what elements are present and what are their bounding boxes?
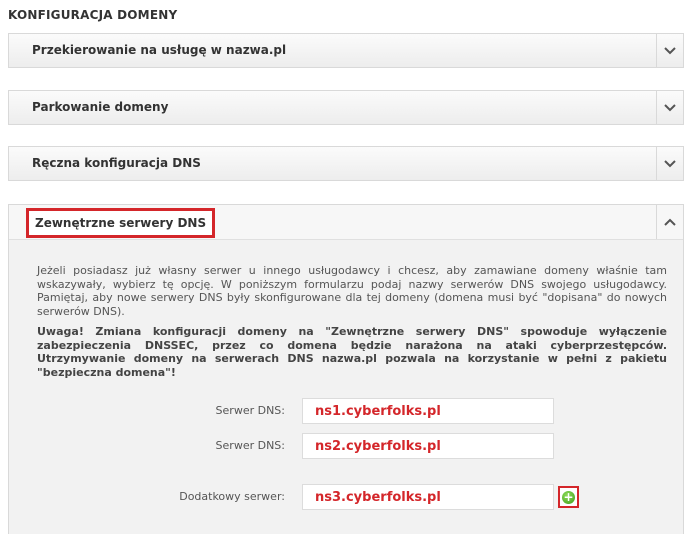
dns-server-2-label: Serwer DNS: (215, 439, 285, 452)
dns-server-2-input[interactable] (302, 433, 554, 459)
section-external-dns-header[interactable]: Zewnętrzne serwery DNS (9, 205, 683, 240)
page-title: KONFIGURACJA DOMENY (8, 8, 178, 22)
dns-server-1-label: Serwer DNS: (215, 404, 285, 417)
additional-server-input[interactable] (302, 484, 554, 510)
warning-text: Uwaga! Zmiana konfiguracji domeny na "Ze… (37, 325, 667, 379)
section-redirect[interactable]: Przekierowanie na usługę w nazwa.pl (8, 33, 684, 68)
section-external-dns-label: Zewnętrzne serwery DNS (26, 208, 216, 238)
section-parking-label: Parkowanie domeny (32, 100, 169, 114)
section-manual-dns[interactable]: Ręczna konfiguracja DNS (8, 146, 684, 181)
chevron-down-icon[interactable] (656, 34, 683, 67)
add-server-button[interactable]: + (558, 486, 579, 508)
section-redirect-label: Przekierowanie na usługę w nazwa.pl (32, 43, 287, 57)
section-external-dns: Zewnętrzne serwery DNS Jeżeli posiadasz … (8, 204, 684, 534)
chevron-up-icon[interactable] (656, 205, 683, 239)
section-manual-dns-label: Ręczna konfiguracja DNS (32, 156, 201, 170)
section-parking[interactable]: Parkowanie domeny (8, 90, 684, 125)
plus-circle-icon: + (562, 489, 575, 504)
info-text: Jeżeli posiadasz już własny serwer u inn… (37, 264, 667, 318)
chevron-down-icon[interactable] (656, 91, 683, 124)
dns-server-1-input[interactable] (302, 398, 554, 424)
additional-server-label: Dodatkowy serwer: (179, 490, 285, 503)
chevron-down-icon[interactable] (656, 147, 683, 180)
